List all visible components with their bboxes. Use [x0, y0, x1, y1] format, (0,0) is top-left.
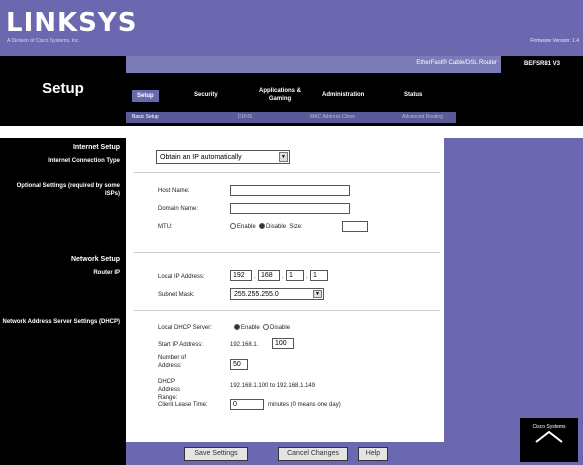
tab-security[interactable]: Security — [194, 92, 218, 98]
sub-nav: Basic Setup DDNS MAC Address Clone Advan… — [126, 112, 456, 123]
footer-left — [0, 442, 126, 465]
num-address-input[interactable]: 50 — [230, 359, 248, 370]
start-ip-prefix: 192.168.1. — [230, 342, 259, 348]
connection-type-select[interactable]: Obtain an IP automatically ▼ — [156, 150, 290, 164]
save-settings-button[interactable]: Save Settings — [184, 447, 248, 461]
tab-administration[interactable]: Administration — [322, 92, 364, 98]
mtu-disable-radio[interactable] — [259, 223, 266, 230]
mtu-enable-label: Enable — [237, 224, 256, 230]
firmware-version: Firmware Version: 1.4 — [530, 38, 579, 44]
right-column — [444, 138, 583, 465]
domain-name-input[interactable] — [230, 203, 350, 214]
dhcp-options: Enable Disable — [234, 324, 290, 332]
product-name: EtherFast® Cable/DSL Router — [416, 60, 497, 66]
subtab-mac-clone[interactable]: MAC Address Clone — [310, 114, 355, 120]
subtab-basic-setup[interactable]: Basic Setup — [132, 114, 159, 120]
domain-name-label: Domain Name: — [158, 206, 199, 212]
subnet-mask-select[interactable]: 255.255.255.0 ▼ — [230, 288, 324, 300]
button-bar: Save Settings Cancel Changes Help — [126, 442, 444, 465]
product-bar: EtherFast® Cable/DSL Router BEFSR81 V3 — [126, 56, 583, 73]
chevron-down-icon: ▼ — [279, 152, 288, 162]
local-ip-octet-2[interactable]: 168 — [258, 270, 280, 281]
ip-dot: . — [282, 274, 284, 280]
num-address-label: Number of Address: — [158, 355, 187, 369]
separator — [134, 172, 440, 173]
chevron-down-icon: ▼ — [313, 290, 322, 298]
dhcp-enable-label: Enable — [241, 325, 260, 331]
lease-time-input[interactable]: 0 — [230, 399, 264, 410]
tab-applications-gaming[interactable]: Applications & Gaming — [250, 87, 310, 103]
mtu-label: MTU: — [158, 224, 173, 230]
start-ip-label: Start IP Address: — [158, 342, 203, 348]
help-button[interactable]: Help — [358, 447, 388, 461]
host-name-label: Host Name: — [158, 188, 190, 194]
dhcp-section-label: Network Address Server Settings (DHCP) — [2, 319, 120, 325]
tab-setup[interactable]: Setup — [132, 90, 159, 102]
router-ip-label: Router IP — [93, 270, 120, 276]
host-name-input[interactable] — [230, 185, 350, 196]
dhcp-disable-label: Disable — [270, 325, 291, 331]
start-ip-input[interactable]: 100 — [272, 338, 294, 349]
network-setup-header: Network Setup — [0, 252, 126, 268]
header: LINKSYS A Division of Cisco Systems, Inc… — [0, 0, 583, 56]
mtu-enable-radio[interactable] — [230, 223, 236, 230]
mtu-size-label: Size: — [289, 224, 303, 230]
dhcp-disable-radio[interactable] — [263, 324, 270, 331]
local-ip-octet-3[interactable]: 1 — [286, 270, 304, 281]
local-ip-label: Local IP Address: — [158, 274, 205, 280]
model-number: BEFSR81 V3 — [501, 56, 583, 73]
dhcp-enable-radio[interactable] — [234, 324, 240, 331]
local-ip-octet-1[interactable]: 192 — [230, 270, 252, 281]
page-title: Setup — [42, 80, 84, 97]
optional-settings-label: Optional Settings (required by some ISPs… — [16, 183, 120, 197]
logo-tagline: A Division of Cisco Systems, Inc. — [7, 38, 80, 44]
separator — [134, 252, 440, 253]
internet-setup-header: Internet Setup — [0, 140, 126, 156]
bridge-icon — [535, 430, 563, 443]
dhcp-server-label: Local DHCP Server: — [158, 325, 212, 331]
mtu-disable-label: Disable — [266, 224, 287, 230]
local-ip-octet-4[interactable]: 1 — [310, 270, 328, 281]
tab-status[interactable]: Status — [404, 92, 422, 98]
lease-time-label: Client Lease Time: — [158, 402, 208, 408]
mtu-size-input[interactable] — [342, 221, 368, 232]
ip-dot: . — [254, 274, 256, 280]
connection-type-label: Internet Connection Type — [48, 158, 120, 164]
mtu-options: Enable Disable Size: — [230, 223, 303, 231]
subtab-advanced-routing[interactable]: Advanced Routing — [402, 114, 443, 120]
dhcp-range-label: DHCP Address Range: — [158, 379, 181, 401]
ip-dot: . — [306, 274, 308, 280]
settings-panel: Obtain an IP automatically ▼ Host Name: … — [126, 138, 444, 442]
separator — [134, 310, 440, 311]
cancel-changes-button[interactable]: Cancel Changes — [278, 447, 348, 461]
lease-time-unit: minutes (0 means one day) — [268, 402, 341, 408]
linksys-logo: LINKSYS — [6, 8, 138, 38]
subtab-ddns[interactable]: DDNS — [238, 114, 252, 120]
subnet-label: Subnet Mask: — [158, 292, 195, 298]
dhcp-range-value: 192.168.1.100 to 192.168.1.149 — [230, 383, 316, 389]
cisco-logo: Cisco Systems — [520, 418, 578, 462]
divider-band — [0, 126, 583, 138]
